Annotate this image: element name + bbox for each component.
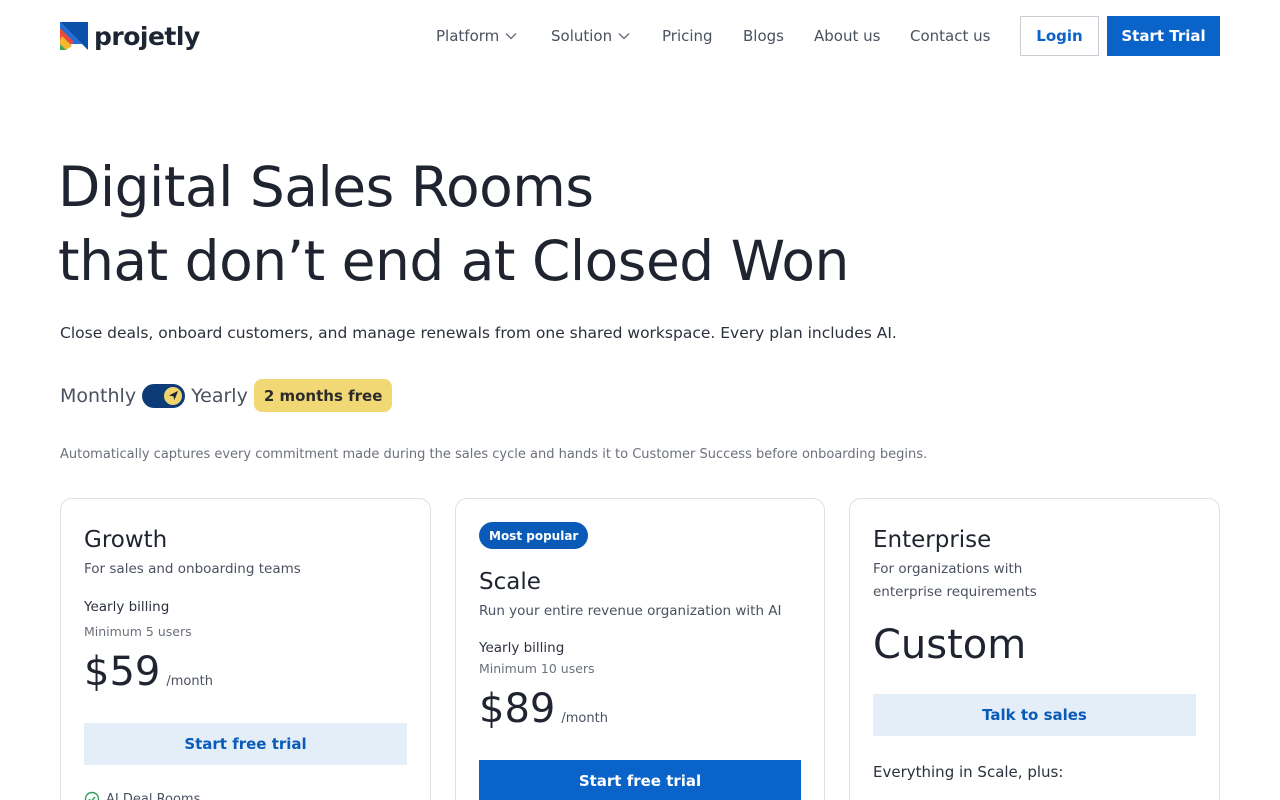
plan-minimum-users: Minimum 10 users xyxy=(479,661,595,676)
price-period: /month xyxy=(166,674,213,689)
feature-item: AI Deal Rooms xyxy=(84,791,200,800)
login-button[interactable]: Login xyxy=(1020,16,1099,56)
plan-billing: Yearly billing xyxy=(84,599,170,615)
plan-description-line-1: For organizations with xyxy=(873,561,1023,577)
plan-description: For organizations with enterprise requir… xyxy=(873,558,1037,604)
nav-contact-label: Contact us xyxy=(910,27,991,45)
nav-pricing[interactable]: Pricing xyxy=(662,27,713,45)
chevron-down-icon xyxy=(618,33,630,40)
talk-to-sales-button[interactable]: Talk to sales xyxy=(873,694,1196,736)
plan-card-enterprise: Enterprise For organizations with enterp… xyxy=(849,498,1220,800)
price-amount: $59 xyxy=(84,649,161,695)
plan-description-line-2: enterprise requirements xyxy=(873,584,1037,600)
plan-name: Scale xyxy=(479,569,541,595)
price-amount: $89 xyxy=(479,686,556,732)
plan-includes-heading: Everything in Scale, plus: xyxy=(873,763,1064,781)
plan-card-growth: Growth For sales and onboarding teams Ye… xyxy=(60,498,431,800)
brand-logo[interactable]: projetly xyxy=(60,20,200,52)
growth-start-free-trial-button[interactable]: Start free trial xyxy=(84,723,407,765)
nav-solution-label: Solution xyxy=(551,27,613,45)
price-period: /month xyxy=(561,711,608,726)
plan-minimum-users: Minimum 5 users xyxy=(84,624,192,639)
plan-price-custom: Custom xyxy=(873,622,1027,668)
chevron-down-icon xyxy=(505,33,517,40)
plan-description: For sales and onboarding teams xyxy=(84,561,301,577)
hero-title-line-2: that don’t end at Closed Won xyxy=(58,229,849,293)
most-popular-badge: Most popular xyxy=(479,522,589,549)
paper-plane-icon xyxy=(168,390,178,401)
site-header: projetly Platform Solution Pricing Blogs… xyxy=(0,0,1280,72)
feature-label: AI Deal Rooms xyxy=(106,791,201,800)
plan-price: $89 /month xyxy=(479,686,608,732)
nav-platform-label: Platform xyxy=(436,27,500,45)
hero-title: Digital Sales Rooms that don’t end at Cl… xyxy=(58,150,849,298)
billing-period-switch: Monthly Yearly 2 months free xyxy=(60,379,393,412)
plan-name: Growth xyxy=(84,527,168,553)
nav-pricing-label: Pricing xyxy=(662,27,713,45)
months-free-badge: 2 months free xyxy=(253,379,393,412)
check-circle-icon xyxy=(84,791,100,800)
nav-blogs-label: Blogs xyxy=(743,27,784,45)
nav-about-label: About us xyxy=(814,27,881,45)
nav-solution[interactable]: Solution xyxy=(551,27,630,45)
hero-title-line-1: Digital Sales Rooms xyxy=(58,155,594,219)
plan-name: Enterprise xyxy=(873,527,992,553)
plan-description: Run your entire revenue organization wit… xyxy=(479,603,782,619)
nav-platform[interactable]: Platform xyxy=(436,27,517,45)
nav-contact-us[interactable]: Contact us xyxy=(910,27,990,45)
plan-price: $59 /month xyxy=(84,649,213,695)
billing-toggle[interactable] xyxy=(142,383,186,408)
scale-start-free-trial-button[interactable]: Start free trial xyxy=(479,760,801,800)
nav-about-us[interactable]: About us xyxy=(814,27,880,45)
start-trial-button[interactable]: Start Trial xyxy=(1107,16,1220,56)
plan-card-scale: Most popular Scale Run your entire reven… xyxy=(455,498,825,800)
nav-blogs[interactable]: Blogs xyxy=(743,27,784,45)
brand-name: projetly xyxy=(94,21,200,51)
hero-subtitle: Close deals, onboard customers, and mana… xyxy=(60,324,897,342)
toggle-knob xyxy=(164,386,183,405)
monthly-label[interactable]: Monthly xyxy=(60,385,136,407)
projetly-logo-icon xyxy=(60,22,88,50)
yearly-label[interactable]: Yearly xyxy=(191,385,248,407)
hero-note: Automatically captures every commitment … xyxy=(60,447,928,462)
plan-billing: Yearly billing xyxy=(479,640,565,656)
